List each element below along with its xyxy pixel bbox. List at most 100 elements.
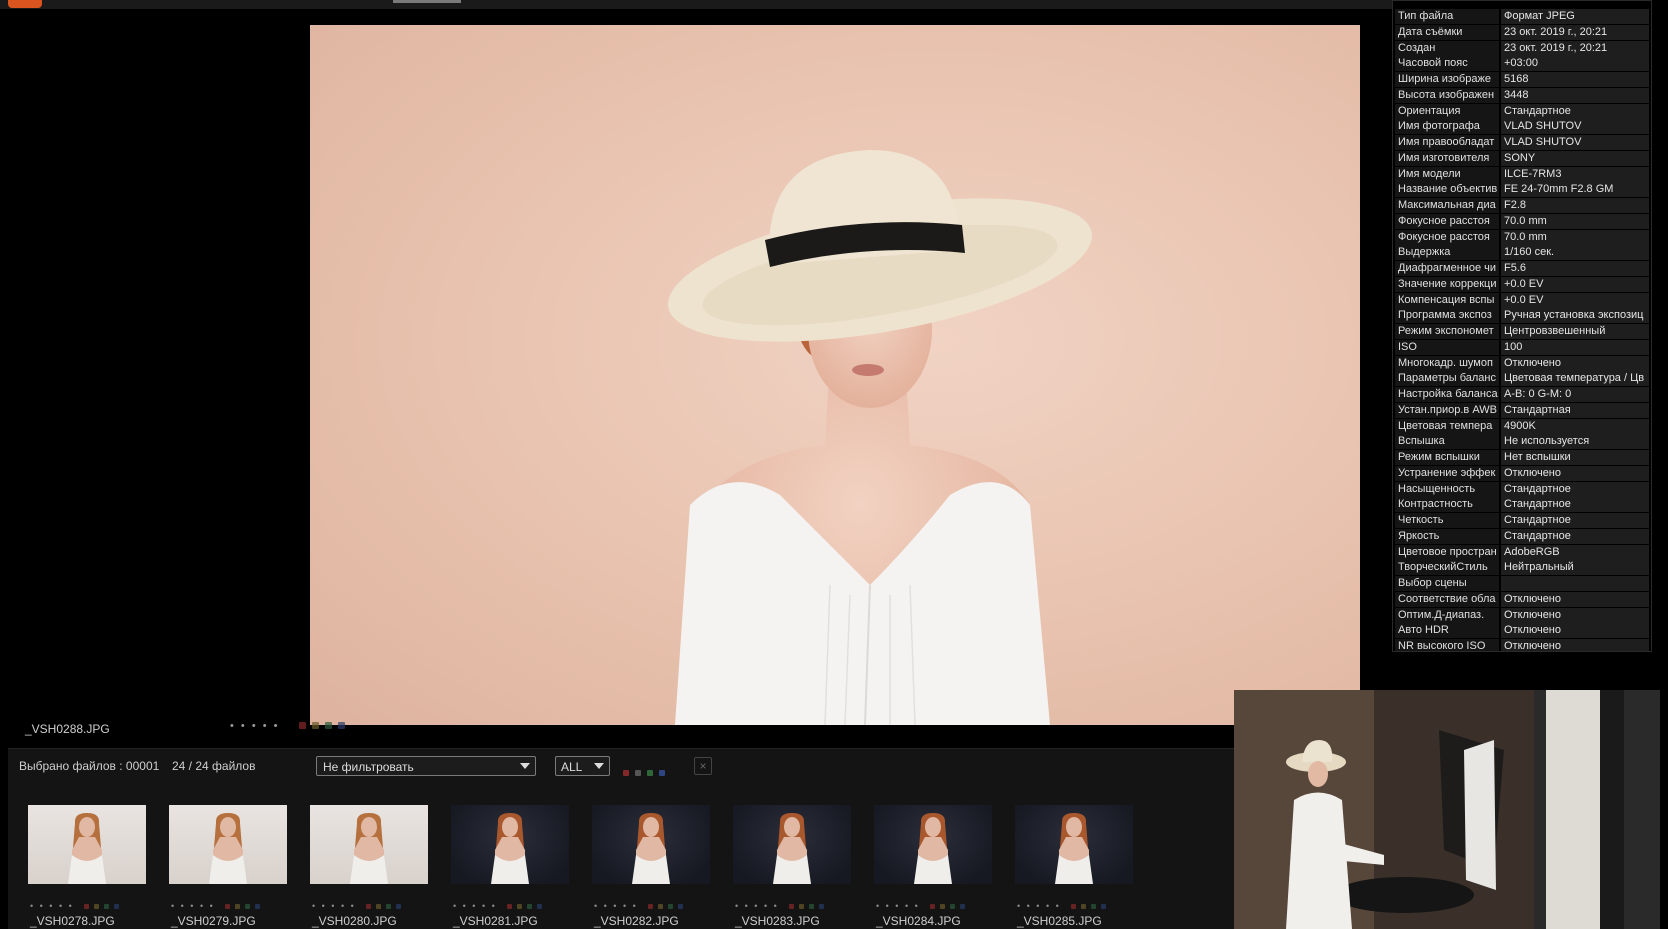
color-label-green[interactable] xyxy=(324,722,332,729)
thumbnail-item[interactable]: • • • • • _VSH0281.JPG xyxy=(451,805,569,928)
thumbnail-portrait xyxy=(209,813,247,884)
label-filter-blue[interactable] xyxy=(659,770,665,776)
color-labels[interactable] xyxy=(365,901,406,911)
viewer-rating[interactable]: • • • • • xyxy=(230,720,351,732)
metadata-value: Отключено xyxy=(1501,591,1649,607)
thumbnail-image[interactable] xyxy=(1015,805,1133,884)
thumbnail-item[interactable]: • • • • • _VSH0284.JPG xyxy=(874,805,992,928)
color-label-dot[interactable] xyxy=(1080,904,1086,909)
label-filter-gray[interactable] xyxy=(635,770,641,776)
thumbnail-item[interactable]: • • • • • _VSH0282.JPG xyxy=(592,805,710,928)
color-labels[interactable] xyxy=(929,901,970,911)
color-label-red[interactable] xyxy=(298,722,306,729)
metadata-value: Стандартное xyxy=(1501,497,1649,513)
color-label-dot[interactable] xyxy=(234,904,240,909)
metadata-key: Настройка баланса xyxy=(1395,387,1499,402)
rating-stars[interactable]: • • • • • xyxy=(735,901,779,911)
thumbnail-item[interactable]: • • • • • _VSH0279.JPG xyxy=(169,805,287,928)
color-label-dot[interactable] xyxy=(808,904,814,909)
rating-stars[interactable]: • • • • • xyxy=(30,901,74,911)
thumbnail-image[interactable] xyxy=(874,805,992,884)
color-label-dot[interactable] xyxy=(647,904,653,909)
color-label-dot[interactable] xyxy=(506,904,512,909)
color-label-dot[interactable] xyxy=(667,904,673,909)
rating-stars[interactable]: • • • • • xyxy=(230,720,279,732)
rating-stars[interactable]: • • • • • xyxy=(453,901,497,911)
thumbnail-rating[interactable]: • • • • • xyxy=(735,901,829,911)
thumbnail-item[interactable]: • • • • • _VSH0280.JPG xyxy=(310,805,428,928)
color-label-dot[interactable] xyxy=(375,904,381,909)
thumbnail-rating[interactable]: • • • • • xyxy=(1017,901,1111,911)
color-label-dot[interactable] xyxy=(516,904,522,909)
rating-stars[interactable]: • • • • • xyxy=(1017,901,1061,911)
color-labels[interactable] xyxy=(647,901,688,911)
metadata-row: Многокадр. шумоп Отключено xyxy=(1393,355,1651,372)
metadata-row: Имя фотографа VLAD SHUTOV xyxy=(1393,119,1651,135)
label-filter[interactable] xyxy=(623,763,671,781)
thumbnail-image[interactable] xyxy=(592,805,710,884)
color-label-dot[interactable] xyxy=(365,904,371,909)
label-filter-green[interactable] xyxy=(647,770,653,776)
thumbnail-rating[interactable]: • • • • • xyxy=(876,901,970,911)
thumbnail-item[interactable]: • • • • • _VSH0285.JPG xyxy=(1015,805,1133,928)
color-label-dot[interactable] xyxy=(657,904,663,909)
thumbnail-image[interactable] xyxy=(169,805,287,884)
top-tab[interactable] xyxy=(393,0,461,3)
rating-stars[interactable]: • • • • • xyxy=(312,901,356,911)
color-label-dot[interactable] xyxy=(254,904,260,909)
filter-dropdown[interactable]: Не фильтровать xyxy=(316,756,536,776)
file-count: 24 / 24 файлов xyxy=(172,759,256,773)
color-label-dot[interactable] xyxy=(385,904,391,909)
top-toolbar xyxy=(0,0,1395,9)
color-label-dot[interactable] xyxy=(1090,904,1096,909)
rating-stars[interactable]: • • • • • xyxy=(594,901,638,911)
color-label-dot[interactable] xyxy=(798,904,804,909)
main-photo-preview[interactable] xyxy=(310,25,1360,725)
color-labels[interactable] xyxy=(506,901,547,911)
rating-stars[interactable]: • • • • • xyxy=(171,901,215,911)
color-label-blue[interactable] xyxy=(337,722,345,729)
rating-filter-dropdown[interactable]: ALL xyxy=(555,756,610,776)
color-label-dot[interactable] xyxy=(244,904,250,909)
color-label-dot[interactable] xyxy=(677,904,683,909)
thumbnail-rating[interactable]: • • • • • xyxy=(171,901,265,911)
thumbnail-item[interactable]: • • • • • _VSH0278.JPG xyxy=(28,805,146,928)
color-label-dot[interactable] xyxy=(526,904,532,909)
thumbnail-image[interactable] xyxy=(28,805,146,884)
color-labels[interactable] xyxy=(83,901,124,911)
color-label-dot[interactable] xyxy=(788,904,794,909)
thumbnail-image[interactable] xyxy=(733,805,851,884)
color-label-dot[interactable] xyxy=(395,904,401,909)
thumbnail-rating[interactable]: • • • • • xyxy=(594,901,688,911)
thumbnail-image[interactable] xyxy=(451,805,569,884)
thumbnail-rating[interactable]: • • • • • xyxy=(30,901,124,911)
color-label-dot[interactable] xyxy=(818,904,824,909)
metadata-key: Фокусное расстоя xyxy=(1395,229,1499,245)
color-label-dot[interactable] xyxy=(224,904,230,909)
metadata-value: 1/160 сек. xyxy=(1501,245,1649,261)
color-label-dot[interactable] xyxy=(1070,904,1076,909)
color-labels[interactable] xyxy=(788,901,829,911)
label-filter-red[interactable] xyxy=(623,770,629,776)
color-label-dot[interactable] xyxy=(949,904,955,909)
color-label-dot[interactable] xyxy=(939,904,945,909)
color-label-yellow[interactable] xyxy=(311,722,319,729)
app-logo[interactable] xyxy=(8,0,42,8)
clear-filter-button[interactable]: × xyxy=(694,757,712,775)
thumbnail-image[interactable] xyxy=(310,805,428,884)
color-label-dot[interactable] xyxy=(929,904,935,909)
color-labels[interactable] xyxy=(298,720,351,732)
color-labels[interactable] xyxy=(224,901,265,911)
color-label-dot[interactable] xyxy=(1100,904,1106,909)
color-label-dot[interactable] xyxy=(113,904,119,909)
color-label-dot[interactable] xyxy=(83,904,89,909)
color-label-dot[interactable] xyxy=(536,904,542,909)
thumbnail-item[interactable]: • • • • • _VSH0283.JPG xyxy=(733,805,851,928)
thumbnail-rating[interactable]: • • • • • xyxy=(312,901,406,911)
rating-stars[interactable]: • • • • • xyxy=(876,901,920,911)
color-label-dot[interactable] xyxy=(93,904,99,909)
color-label-dot[interactable] xyxy=(103,904,109,909)
thumbnail-rating[interactable]: • • • • • xyxy=(453,901,547,911)
color-label-dot[interactable] xyxy=(959,904,965,909)
color-labels[interactable] xyxy=(1070,901,1111,911)
